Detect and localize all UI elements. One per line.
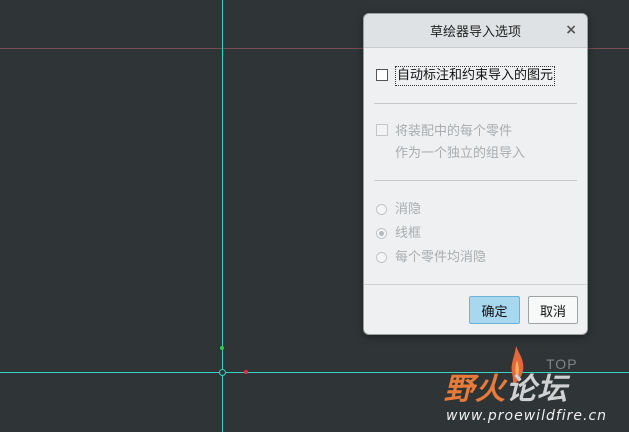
radio-option-hidden: 消隐 [376,199,421,221]
cancel-button[interactable]: 取消 [528,296,578,324]
origin-point [219,369,226,376]
auto-dimension-checkbox[interactable] [376,69,388,81]
radio-button [376,252,387,263]
dialog-title-bar[interactable]: 草绘器导入选项 × [364,14,587,48]
footer-separator [364,284,587,285]
radio-label: 线框 [395,226,422,241]
auto-dimension-label[interactable]: 自动标注和约束导入的图元 [395,66,556,86]
radio-option-wireframe: 线框 [376,223,421,245]
watermark-logo: 野火论坛 [444,364,568,408]
close-icon[interactable]: × [565,23,577,37]
auto-dimension-option[interactable]: 自动标注和约束导入的图元 [376,66,556,86]
sketcher-import-options-dialog: 草绘器导入选项 × 自动标注和约束导入的图元 将装配中的每个零件 作为一个独立的… [363,13,588,335]
radio-label: 消隐 [395,202,422,217]
part-as-group-label-line2: 作为一个独立的组导入 [395,146,526,161]
separator [374,180,577,181]
separator [374,103,577,104]
radio-option-each-part-hidden: 每个零件均消隐 [376,247,486,269]
watermark-logo-part1: 野火 [444,372,506,407]
vertical-axis-line [222,0,223,432]
watermark-url: www.proewildfire.cn [446,408,608,424]
radio-label: 每个零件均消隐 [395,250,487,265]
ok-button[interactable]: 确定 [469,296,520,324]
green-marker [220,346,224,350]
red-marker [244,370,248,374]
part-as-group-option: 将装配中的每个零件 作为一个独立的组导入 [376,121,525,165]
watermark-logo-part2: 论坛 [506,372,568,407]
radio-button [376,228,387,239]
radio-button [376,204,387,215]
part-as-group-label-line1: 将装配中的每个零件 [395,124,513,139]
dialog-title: 草绘器导入选项 [429,25,521,40]
part-as-group-checkbox [376,124,388,136]
